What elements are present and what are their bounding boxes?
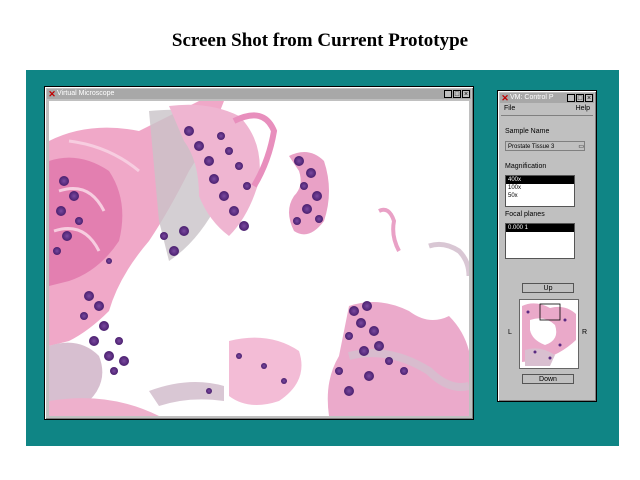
virtual-microscope-window: ✕ Virtual Microscope _ □ ×: [44, 86, 474, 420]
close-button[interactable]: ×: [585, 94, 593, 102]
sample-name-dropdown[interactable]: Prostate Tissue 3 ▭: [505, 141, 585, 151]
tissue-image-viewport[interactable]: [49, 101, 469, 416]
dropdown-arrow-icon: ▭: [578, 144, 584, 150]
magnification-option[interactable]: 50x: [506, 192, 574, 200]
tissue-image: [49, 101, 469, 416]
overview-thumbnail[interactable]: [519, 299, 579, 369]
sample-name-label: Sample Name: [505, 128, 550, 135]
x-logo-icon: ✕: [48, 89, 56, 99]
maximize-button[interactable]: □: [453, 90, 461, 98]
minimize-button[interactable]: _: [567, 94, 575, 102]
magnification-option[interactable]: 100x: [506, 184, 574, 192]
focal-plane-option[interactable]: 0.000 1: [506, 224, 574, 232]
viewer-titlebar[interactable]: ✕ Virtual Microscope _ □ ×: [47, 89, 471, 99]
down-button[interactable]: Down: [522, 374, 574, 384]
focal-planes-list[interactable]: 0.000 1: [505, 223, 575, 259]
viewer-title: Virtual Microscope: [57, 90, 115, 97]
close-button[interactable]: ×: [462, 90, 470, 98]
menu-file[interactable]: File: [504, 105, 515, 115]
magnification-option[interactable]: 400x: [506, 176, 574, 184]
control-title: VM: Control P: [510, 94, 554, 101]
magnification-label: Magnification: [505, 163, 547, 170]
minimize-button[interactable]: _: [444, 90, 452, 98]
focal-planes-label: Focal planes: [505, 211, 545, 218]
right-button[interactable]: R: [582, 329, 587, 336]
maximize-button[interactable]: □: [576, 94, 584, 102]
control-panel-window: ✕ VM: Control P _ □ × File Help Sample N…: [497, 90, 597, 402]
thumbnail-image: [520, 300, 578, 368]
sample-name-value: Prostate Tissue 3: [508, 144, 555, 150]
slide-title: Screen Shot from Current Prototype: [171, 30, 469, 51]
menubar: File Help: [501, 105, 593, 116]
x-logo-icon: ✕: [501, 93, 509, 103]
desktop: ✕ Virtual Microscope _ □ × ✕ VM: Control…: [26, 70, 619, 446]
left-button[interactable]: L: [508, 329, 512, 336]
magnification-list[interactable]: 400x 100x 50x: [505, 175, 575, 207]
menu-help[interactable]: Help: [576, 105, 590, 115]
control-titlebar[interactable]: ✕ VM: Control P _ □ ×: [500, 93, 594, 103]
up-button[interactable]: Up: [522, 283, 574, 293]
